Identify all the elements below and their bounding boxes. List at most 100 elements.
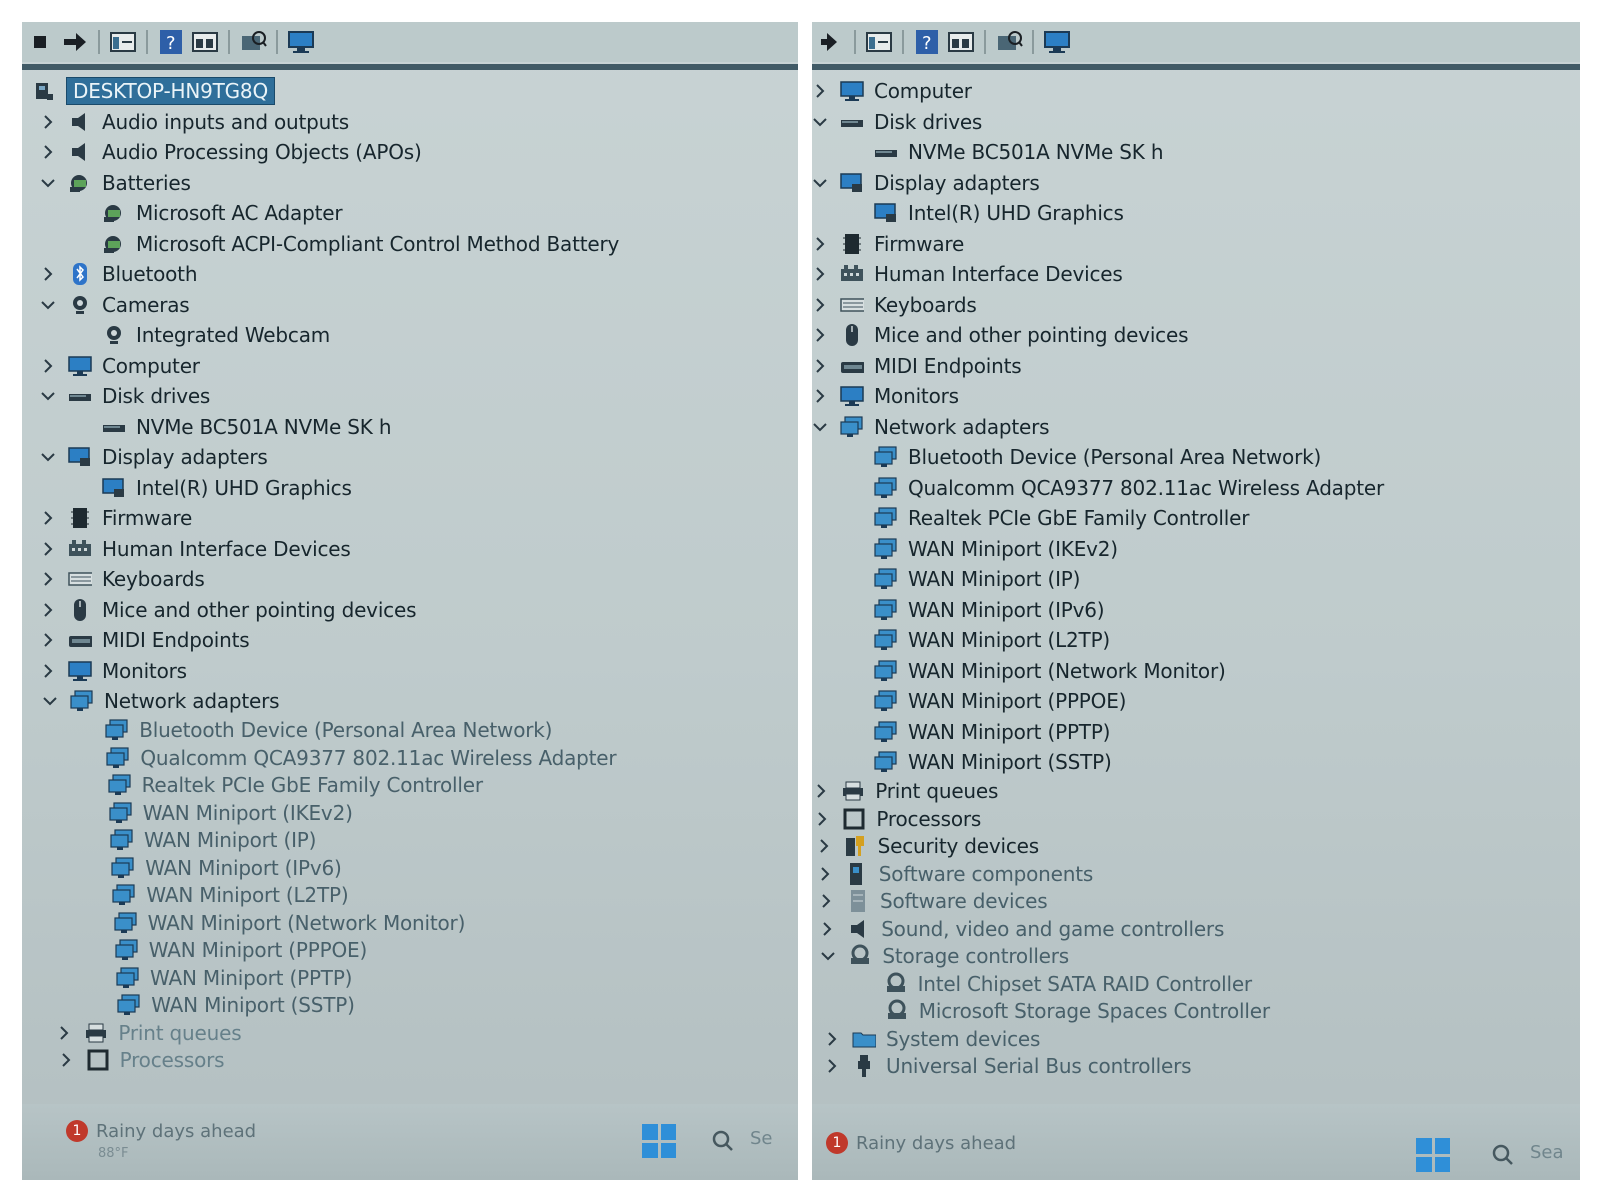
tree-device-qualcomm-qca9377-802-11ac-wireless-adapter[interactable]: Qualcomm QCA9377 802.11ac Wireless Adapt… xyxy=(812,473,1580,504)
tree-device-intel-r-uhd-graphics[interactable]: Intel(R) UHD Graphics xyxy=(812,198,1580,229)
tree-category-mice-and-other-pointing-devices[interactable]: Mice and other pointing devices xyxy=(22,595,798,626)
tree-device-wan-miniport-ip[interactable]: WAN Miniport (IP) xyxy=(22,827,798,855)
chevron-right-icon[interactable] xyxy=(40,144,56,160)
chevron-right-icon[interactable] xyxy=(812,388,828,404)
tree-device-wan-miniport-pptp[interactable]: WAN Miniport (PPTP) xyxy=(812,717,1580,748)
chevron-down-icon[interactable] xyxy=(812,114,828,130)
tree-category-network-adapters[interactable]: Network adapters xyxy=(22,686,798,717)
chevron-right-icon[interactable] xyxy=(40,114,56,130)
tree-device-integrated-webcam[interactable]: Integrated Webcam xyxy=(22,320,798,351)
chevron-right-icon[interactable] xyxy=(40,571,56,587)
chevron-down-icon[interactable] xyxy=(812,419,828,435)
windows-start-icon[interactable] xyxy=(642,1124,676,1158)
chevron-right-icon[interactable] xyxy=(819,921,835,937)
tree-category-human-interface-devices[interactable]: Human Interface Devices xyxy=(812,259,1580,290)
tree-device-wan-miniport-sstp[interactable]: WAN Miniport (SSTP) xyxy=(22,992,798,1020)
forward-icon[interactable] xyxy=(816,28,846,56)
chevron-right-icon[interactable] xyxy=(56,1025,72,1041)
chevron-right-icon[interactable] xyxy=(40,510,56,526)
help-icon[interactable]: ? xyxy=(912,28,942,56)
weather-widget[interactable]: 1 Rainy days ahead xyxy=(66,1120,256,1142)
chevron-right-icon[interactable] xyxy=(812,327,828,343)
chevron-right-icon[interactable] xyxy=(40,632,56,648)
tree-category-batteries[interactable]: Batteries xyxy=(22,168,798,199)
chevron-down-icon[interactable] xyxy=(812,175,828,191)
tree-category-computer[interactable]: Computer xyxy=(812,76,1580,107)
properties-icon[interactable] xyxy=(864,28,894,56)
tree-category-sound-video-and-game-controllers[interactable]: Sound, video and game controllers xyxy=(812,915,1580,943)
monitor-icon[interactable] xyxy=(286,28,316,56)
tree-device-wan-miniport-ip[interactable]: WAN Miniport (IP) xyxy=(812,564,1580,595)
tree-device-wan-miniport-ikev2[interactable]: WAN Miniport (IKEv2) xyxy=(22,799,798,827)
search-icon[interactable] xyxy=(1492,1144,1514,1166)
chevron-right-icon[interactable] xyxy=(813,783,829,799)
search-label[interactable]: Sea xyxy=(1530,1142,1564,1163)
chevron-right-icon[interactable] xyxy=(818,893,834,909)
tree-category-keyboards[interactable]: Keyboards xyxy=(812,290,1580,321)
tree-category-disk-drives[interactable]: Disk drives xyxy=(22,381,798,412)
properties-icon[interactable] xyxy=(108,28,138,56)
tree-category-firmware[interactable]: Firmware xyxy=(812,229,1580,260)
chevron-right-icon[interactable] xyxy=(812,358,828,374)
tree-device-wan-miniport-pppoe[interactable]: WAN Miniport (PPPOE) xyxy=(812,686,1580,717)
tree-category-software-components[interactable]: Software components xyxy=(812,860,1580,888)
tree-category-midi-endpoints[interactable]: MIDI Endpoints xyxy=(22,625,798,656)
tree-device-wan-miniport-sstp[interactable]: WAN Miniport (SSTP) xyxy=(812,747,1580,778)
tree-category-processors[interactable]: Processors xyxy=(812,805,1580,833)
tree-device-wan-miniport-ipv6[interactable]: WAN Miniport (IPv6) xyxy=(812,595,1580,626)
tree-category-storage-controllers[interactable]: Storage controllers xyxy=(812,943,1580,971)
chevron-right-icon[interactable] xyxy=(817,866,833,882)
chevron-down-icon[interactable] xyxy=(820,948,836,964)
view-icon[interactable] xyxy=(946,28,976,56)
tree-category-human-interface-devices[interactable]: Human Interface Devices xyxy=(22,534,798,565)
tree-device-bluetooth-device-personal-area-network[interactable]: Bluetooth Device (Personal Area Network) xyxy=(812,442,1580,473)
tree-device-wan-miniport-network-monitor[interactable]: WAN Miniport (Network Monitor) xyxy=(22,909,798,937)
chevron-right-icon[interactable] xyxy=(814,811,830,827)
chevron-right-icon[interactable] xyxy=(40,266,56,282)
tree-category-firmware[interactable]: Firmware xyxy=(22,503,798,534)
chevron-down-icon[interactable] xyxy=(40,297,56,313)
tree-device-microsoft-ac-adapter[interactable]: Microsoft AC Adapter xyxy=(22,198,798,229)
chevron-right-icon[interactable] xyxy=(812,297,828,313)
weather-widget[interactable]: 1 Rainy days ahead xyxy=(826,1132,1016,1154)
chevron-down-icon[interactable] xyxy=(42,693,58,709)
tree-device-wan-miniport-l2tp[interactable]: WAN Miniport (L2TP) xyxy=(22,882,798,910)
tree-category-security-devices[interactable]: Security devices xyxy=(812,833,1580,861)
tree-device-intel-r-uhd-graphics[interactable]: Intel(R) UHD Graphics xyxy=(22,473,798,504)
tree-category-software-devices[interactable]: Software devices xyxy=(812,888,1580,916)
tree-device-wan-miniport-network-monitor[interactable]: WAN Miniport (Network Monitor) xyxy=(812,656,1580,687)
tree-device-wan-miniport-l2tp[interactable]: WAN Miniport (L2TP) xyxy=(812,625,1580,656)
forward-icon[interactable] xyxy=(60,28,90,56)
tree-category-audio-processing-objects-apos[interactable]: Audio Processing Objects (APOs) xyxy=(22,137,798,168)
tree-category-monitors[interactable]: Monitors xyxy=(812,381,1580,412)
tree-device-microsoft-acpi-compliant-control-method-battery[interactable]: Microsoft ACPI-Compliant Control Method … xyxy=(22,229,798,260)
tree-category-display-adapters[interactable]: Display adapters xyxy=(22,442,798,473)
tree-category-network-adapters[interactable]: Network adapters xyxy=(812,412,1580,443)
tree-device-qualcomm-qca9377-802-11ac-wireless-adapter[interactable]: Qualcomm QCA9377 802.11ac Wireless Adapt… xyxy=(22,744,798,772)
tree-category-disk-drives[interactable]: Disk drives xyxy=(812,107,1580,138)
tree-category-bluetooth[interactable]: Bluetooth xyxy=(22,259,798,290)
chevron-right-icon[interactable] xyxy=(816,838,832,854)
scan-hardware-icon[interactable] xyxy=(994,28,1024,56)
search-icon[interactable] xyxy=(712,1130,734,1152)
tree-category-mice-and-other-pointing-devices[interactable]: Mice and other pointing devices xyxy=(812,320,1580,351)
tree-category-monitors[interactable]: Monitors xyxy=(22,656,798,687)
chevron-right-icon[interactable] xyxy=(40,602,56,618)
tree-category-display-adapters[interactable]: Display adapters xyxy=(812,168,1580,199)
tree-device-microsoft-storage-spaces-controller[interactable]: Microsoft Storage Spaces Controller xyxy=(812,998,1580,1026)
tree-device-nvme-bc501a-nvme-sk-h[interactable]: NVMe BC501A NVMe SK h xyxy=(22,412,798,443)
chevron-right-icon[interactable] xyxy=(812,83,828,99)
tree-category-print-queues[interactable]: Print queues xyxy=(812,778,1580,806)
chevron-right-icon[interactable] xyxy=(812,236,828,252)
tree-category-computer[interactable]: Computer xyxy=(22,351,798,382)
help-icon[interactable]: ? xyxy=(156,28,186,56)
back-icon[interactable] xyxy=(26,28,56,56)
scan-hardware-icon[interactable] xyxy=(238,28,268,56)
monitor-icon[interactable] xyxy=(1042,28,1072,56)
tree-device-bluetooth-device-personal-area-network[interactable]: Bluetooth Device (Personal Area Network) xyxy=(22,717,798,745)
tree-device-wan-miniport-pptp[interactable]: WAN Miniport (PPTP) xyxy=(22,964,798,992)
windows-start-icon[interactable] xyxy=(1416,1138,1450,1172)
chevron-right-icon[interactable] xyxy=(824,1058,840,1074)
chevron-right-icon[interactable] xyxy=(824,1031,840,1047)
tree-category-processors[interactable]: Processors xyxy=(22,1047,798,1075)
